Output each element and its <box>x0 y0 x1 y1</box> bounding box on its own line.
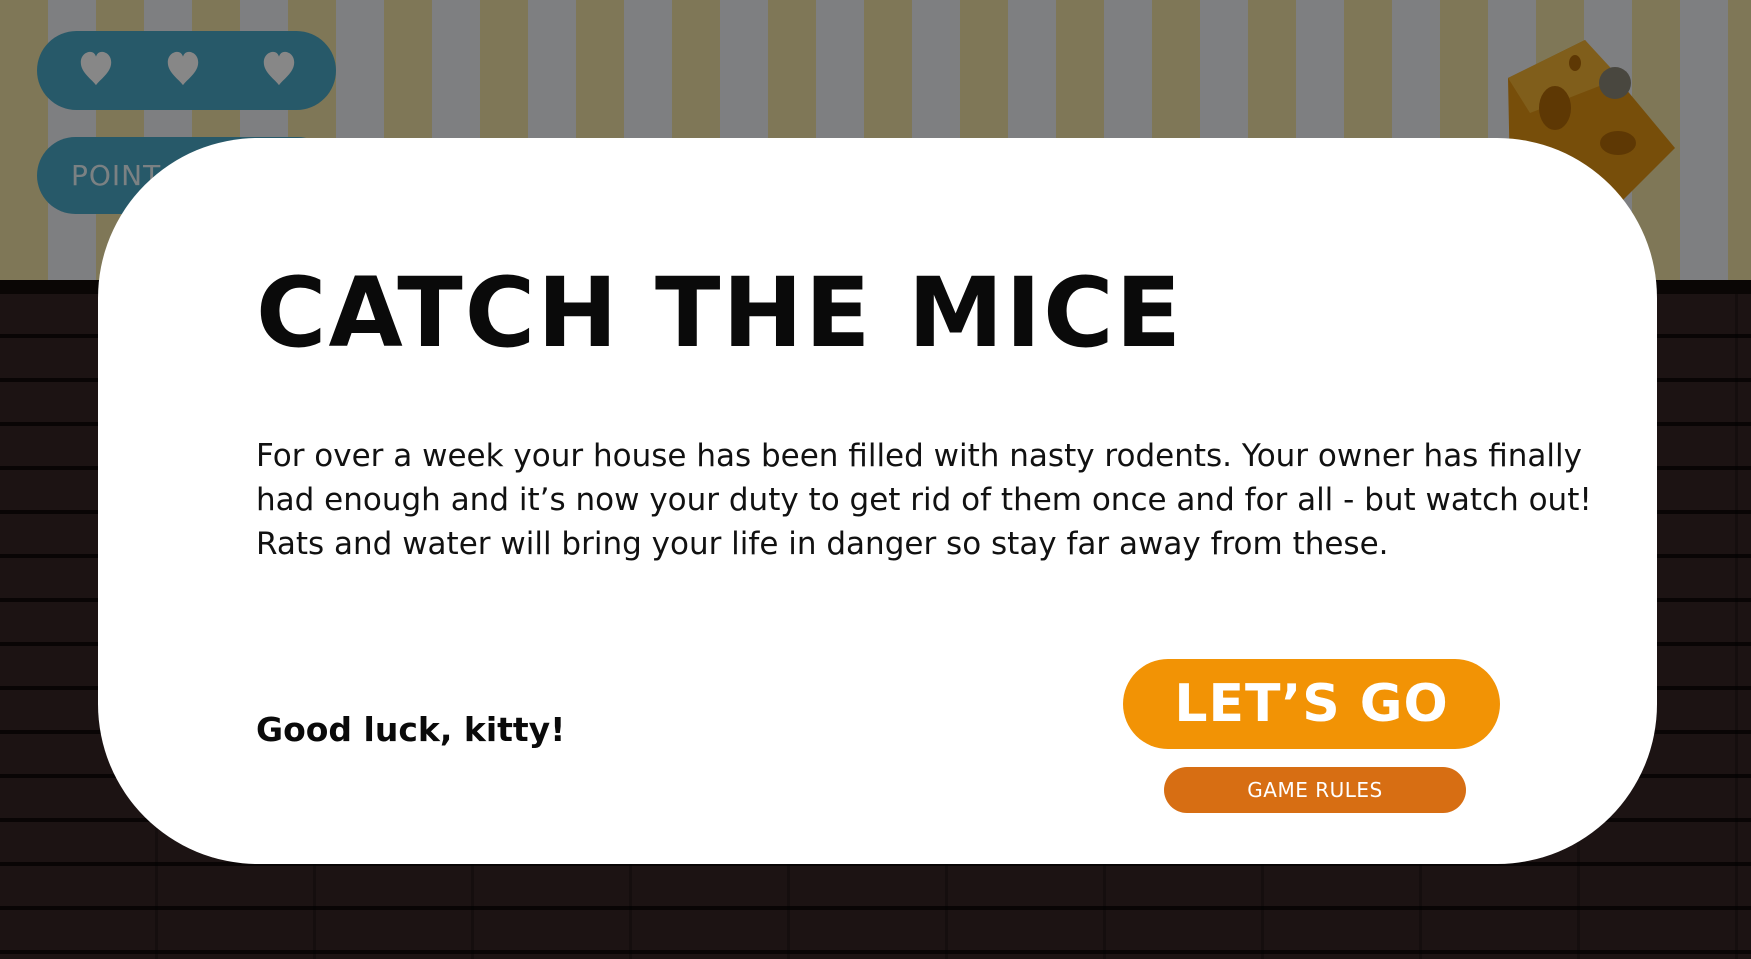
game-stage: POINT CATCH THE MICE For over a week you… <box>0 0 1751 959</box>
dialog-title: CATCH THE MICE <box>256 257 1184 369</box>
dialog-story-text: For over a week your house has been fill… <box>256 438 1592 562</box>
intro-dialog: CATCH THE MICE For over a week your hous… <box>98 138 1657 864</box>
game-rules-button[interactable]: GAME RULES <box>1164 767 1466 813</box>
dialog-signoff: Good luck, kitty! <box>256 710 566 749</box>
start-game-button[interactable]: LET’S GO <box>1123 659 1500 749</box>
